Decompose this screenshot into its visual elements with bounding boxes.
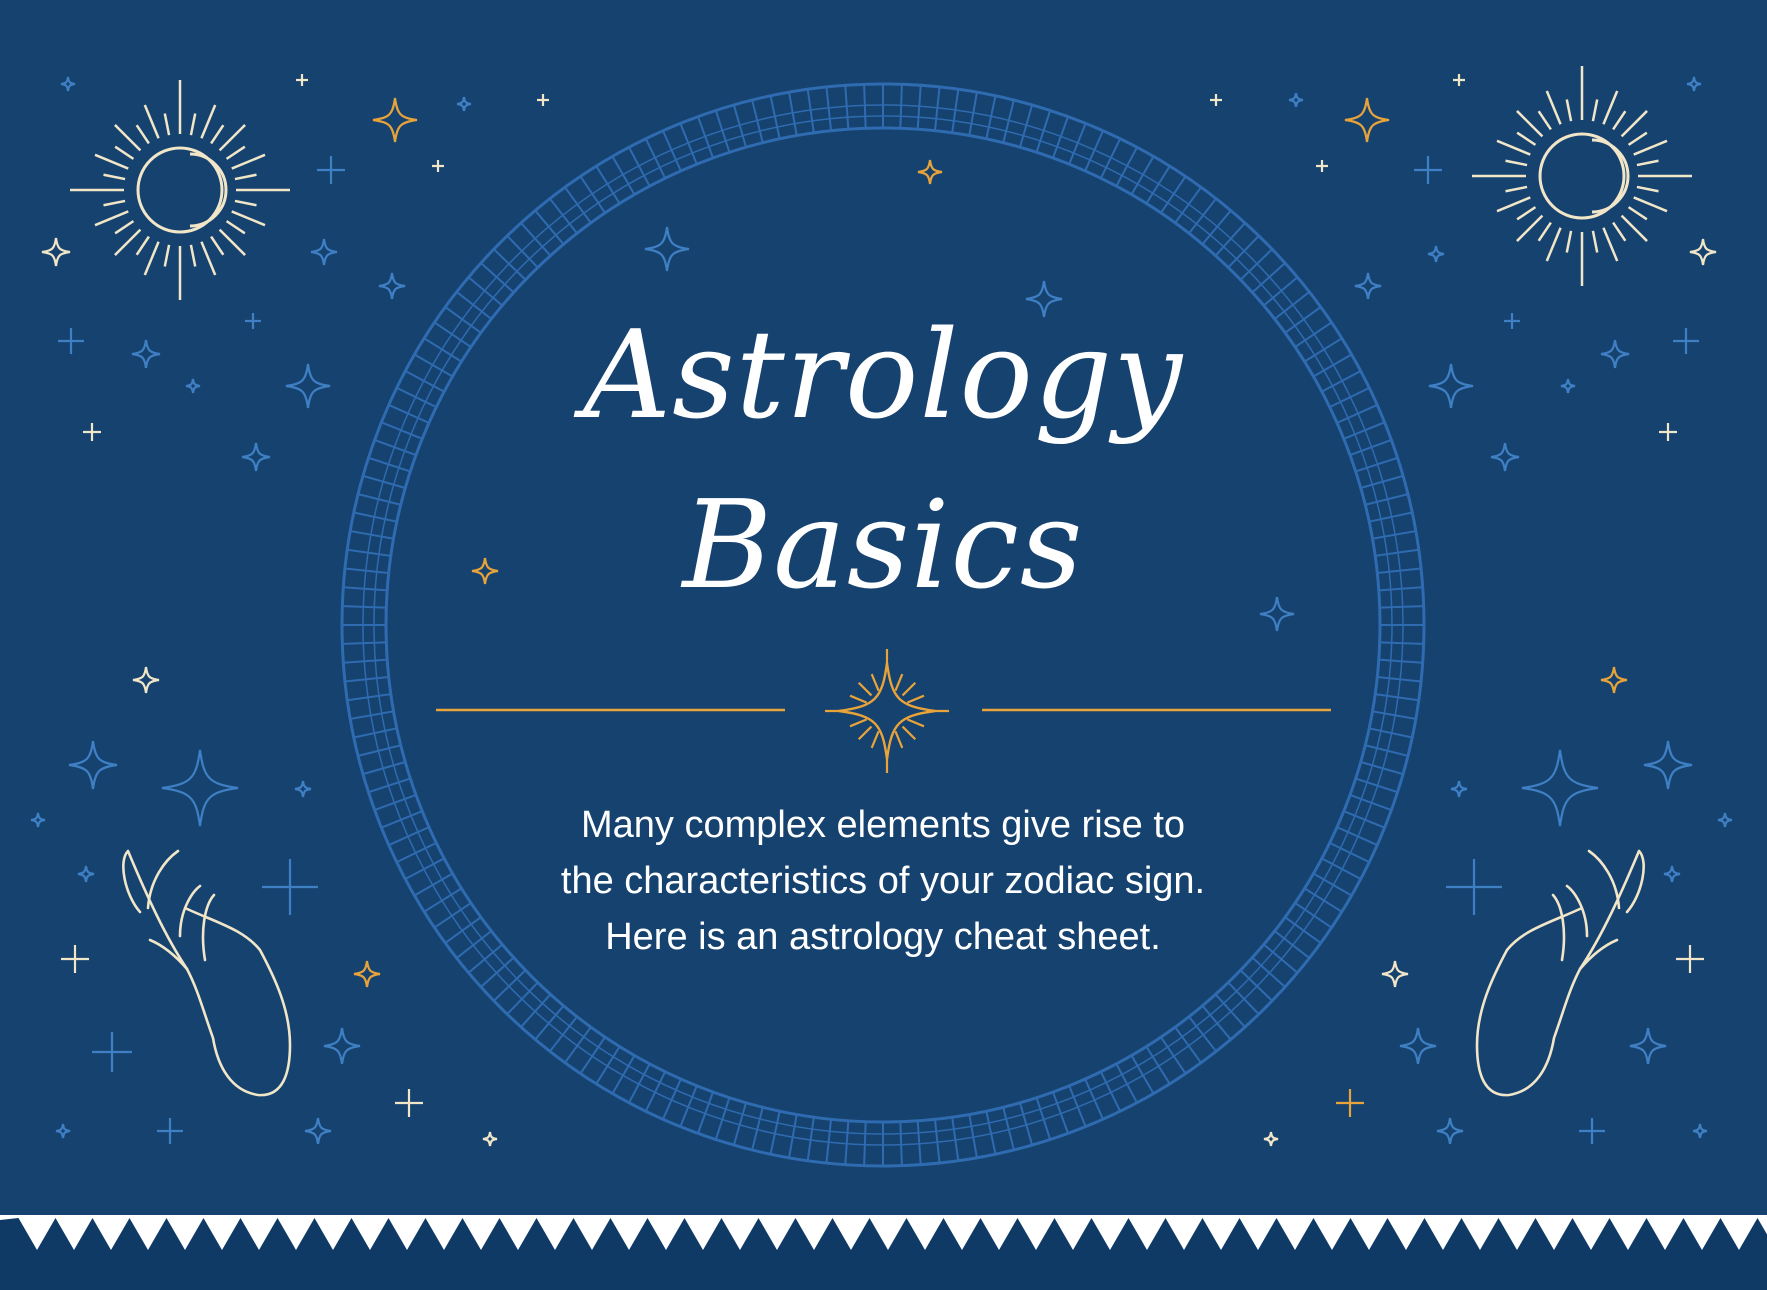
background bbox=[0, 0, 1767, 1290]
intro-line-3: Here is an astrology cheat sheet. bbox=[605, 916, 1161, 958]
intro-line-1: Many complex elements give rise to bbox=[580, 804, 1186, 846]
astrology-basics-banner: Astrology Basics Many complex elements g… bbox=[0, 0, 1767, 1290]
intro-line-2: the characteristics of your zodiac sign. bbox=[560, 860, 1206, 902]
background-artwork bbox=[0, 0, 1767, 1290]
page-title-line-2: Basics bbox=[682, 474, 1084, 616]
intro-text: Many complex elements give rise to the c… bbox=[433, 797, 1333, 965]
page-title-line-1: Astrology bbox=[583, 304, 1183, 446]
